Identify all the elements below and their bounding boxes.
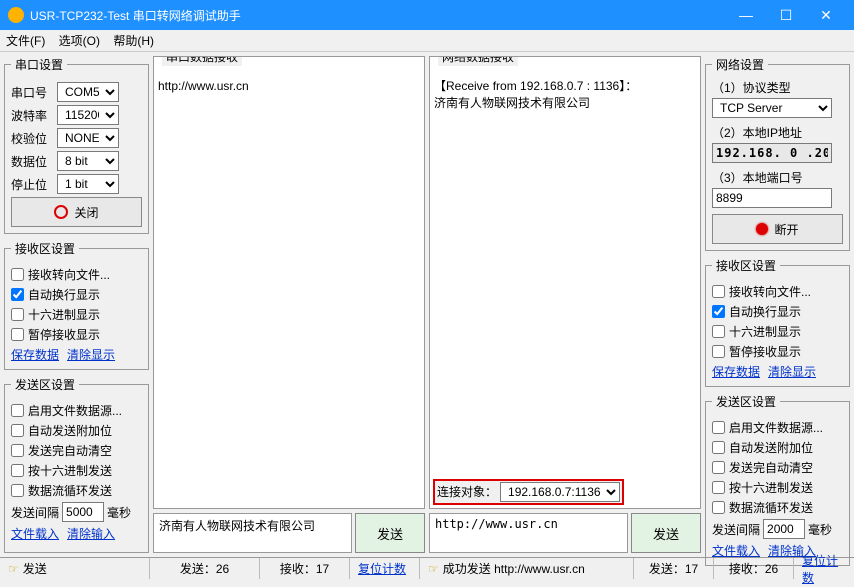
- stopbits-label: 停止位: [11, 176, 53, 193]
- ip-label: （2）本地IP地址: [712, 124, 843, 141]
- chk-file-src-l[interactable]: [11, 404, 24, 417]
- hand-icon-r: ☞: [428, 562, 439, 576]
- net-disconnect-button[interactable]: 断开: [712, 214, 843, 244]
- interval-r[interactable]: [763, 519, 805, 539]
- net-legend: 网络设置: [712, 56, 768, 73]
- port-label: （3）本地端口号: [712, 169, 843, 186]
- recv-settings-right: 接收区设置 接收转向文件... 自动换行显示 十六进制显示 暂停接收显示 保存数…: [705, 257, 850, 387]
- target-label: 连接对象：: [437, 484, 497, 501]
- local-port[interactable]: [712, 188, 832, 208]
- databits-select[interactable]: 8 bit: [57, 151, 119, 171]
- proto-label: （1）协议类型: [712, 79, 843, 96]
- serial-recv-area: 串口数据接收 http://www.usr.cn: [153, 56, 425, 509]
- file-load-l[interactable]: 文件载入: [11, 527, 59, 541]
- recv-count-l: 接收：17: [280, 560, 329, 577]
- send-left-legend: 发送区设置: [11, 376, 79, 393]
- chk-append-l[interactable]: [11, 424, 24, 437]
- recv-right-legend: 接收区设置: [712, 257, 780, 274]
- maximize-button[interactable]: ☐: [766, 7, 806, 24]
- net-send-input[interactable]: http://www.usr.cn: [429, 513, 628, 553]
- reset-count-r[interactable]: 复位计数: [802, 552, 846, 586]
- stopbits-select[interactable]: 1 bit: [57, 174, 119, 194]
- recv-count-r: 接收：26: [729, 560, 778, 577]
- local-ip[interactable]: [712, 143, 832, 163]
- clear-disp-r[interactable]: 清除显示: [768, 365, 816, 379]
- chk-hex-r[interactable]: [712, 325, 725, 338]
- sent-count-l: 发送：26: [180, 560, 229, 577]
- save-data-r[interactable]: 保存数据: [712, 365, 760, 379]
- clear-input-l[interactable]: 清除输入: [67, 527, 115, 541]
- proto-select[interactable]: TCP Server: [712, 98, 832, 118]
- databits-label: 数据位: [11, 153, 53, 170]
- minimize-button[interactable]: —: [726, 7, 766, 23]
- status-ok-send: 成功发送 http://www.usr.cn: [443, 560, 585, 577]
- serial-port-select[interactable]: COM5: [57, 82, 119, 102]
- close-window-button[interactable]: ✕: [806, 7, 846, 24]
- reset-count-l[interactable]: 复位计数: [358, 560, 406, 577]
- serial-port-label: 串口号: [11, 84, 53, 101]
- ring-icon: [54, 205, 68, 219]
- app-icon: [8, 7, 24, 23]
- parity-select[interactable]: NONE: [57, 128, 119, 148]
- menu-file[interactable]: 文件(F): [6, 34, 45, 48]
- serial-recv-title: 串口数据接收: [162, 56, 242, 66]
- recv-left-legend: 接收区设置: [11, 240, 79, 257]
- serial-settings: 串口设置 串口号COM5 波特率115200 校验位NONE 数据位8 bit …: [4, 56, 149, 234]
- net-send-button[interactable]: 发送: [631, 513, 701, 553]
- menu-help[interactable]: 帮助(H): [113, 34, 154, 48]
- chk-file-src-r[interactable]: [712, 421, 725, 434]
- send-right-legend: 发送区设置: [712, 393, 780, 410]
- recv-settings-left: 接收区设置 接收转向文件... 自动换行显示 十六进制显示 暂停接收显示 保存数…: [4, 240, 149, 370]
- serial-recv-text: http://www.usr.cn: [158, 78, 420, 95]
- net-recv-title: 网络数据接收: [438, 56, 518, 66]
- chk-loop-r[interactable]: [712, 501, 725, 514]
- serial-legend: 串口设置: [11, 56, 67, 73]
- menubar: 文件(F) 选项(O) 帮助(H): [0, 30, 854, 52]
- chk-append-r[interactable]: [712, 441, 725, 454]
- chk-wrap-r[interactable]: [712, 305, 725, 318]
- titlebar: USR-TCP232-Test 串口转网络调试助手 — ☐ ✕: [0, 0, 854, 30]
- chk-to-file-l[interactable]: [11, 268, 24, 281]
- file-load-r[interactable]: 文件载入: [712, 544, 760, 558]
- save-data-l[interactable]: 保存数据: [11, 348, 59, 362]
- net-recv-line2: 济南有人物联网技术有限公司: [434, 95, 696, 112]
- interval-l[interactable]: [62, 502, 104, 522]
- serial-close-button[interactable]: 关闭: [11, 197, 142, 227]
- send-settings-left: 发送区设置 启用文件数据源... 自动发送附加位 发送完自动清空 按十六进制发送…: [4, 376, 149, 553]
- chk-clear-after-r[interactable]: [712, 461, 725, 474]
- clear-disp-l[interactable]: 清除显示: [67, 348, 115, 362]
- sent-count-r: 发送：17: [649, 560, 698, 577]
- statusbar: ☞发送 发送：26 接收：17 复位计数 ☞成功发送 http://www.us…: [0, 557, 854, 579]
- parity-label: 校验位: [11, 130, 53, 147]
- menu-options[interactable]: 选项(O): [59, 34, 100, 48]
- chk-clear-after-l[interactable]: [11, 444, 24, 457]
- net-settings: 网络设置 （1）协议类型 TCP Server （2）本地IP地址 （3）本地端…: [705, 56, 850, 251]
- chk-pause-r[interactable]: [712, 345, 725, 358]
- send-settings-right: 发送区设置 启用文件数据源... 自动发送附加位 发送完自动清空 按十六进制发送…: [705, 393, 850, 566]
- baud-select[interactable]: 115200: [57, 105, 119, 125]
- chk-loop-l[interactable]: [11, 484, 24, 497]
- baud-label: 波特率: [11, 107, 53, 124]
- net-recv-line1: 【Receive from 192.168.0.7 : 1136】：: [434, 78, 696, 95]
- serial-send-input[interactable]: 济南有人物联网技术有限公司: [153, 513, 352, 553]
- hand-icon: ☞: [8, 562, 19, 576]
- target-select[interactable]: 192.168.0.7:1136: [500, 482, 620, 502]
- chk-pause-l[interactable]: [11, 328, 24, 341]
- window-title: USR-TCP232-Test 串口转网络调试助手: [30, 7, 726, 24]
- chk-hex-l[interactable]: [11, 308, 24, 321]
- chk-hex-send-l[interactable]: [11, 464, 24, 477]
- serial-send-button[interactable]: 发送: [355, 513, 425, 553]
- chk-hex-send-r[interactable]: [712, 481, 725, 494]
- chk-wrap-l[interactable]: [11, 288, 24, 301]
- net-recv-area: 网络数据接收 【Receive from 192.168.0.7 : 1136】…: [429, 56, 701, 509]
- chk-to-file-r[interactable]: [712, 285, 725, 298]
- target-row: 连接对象： 192.168.0.7:1136: [433, 479, 624, 505]
- dot-icon: [756, 223, 768, 235]
